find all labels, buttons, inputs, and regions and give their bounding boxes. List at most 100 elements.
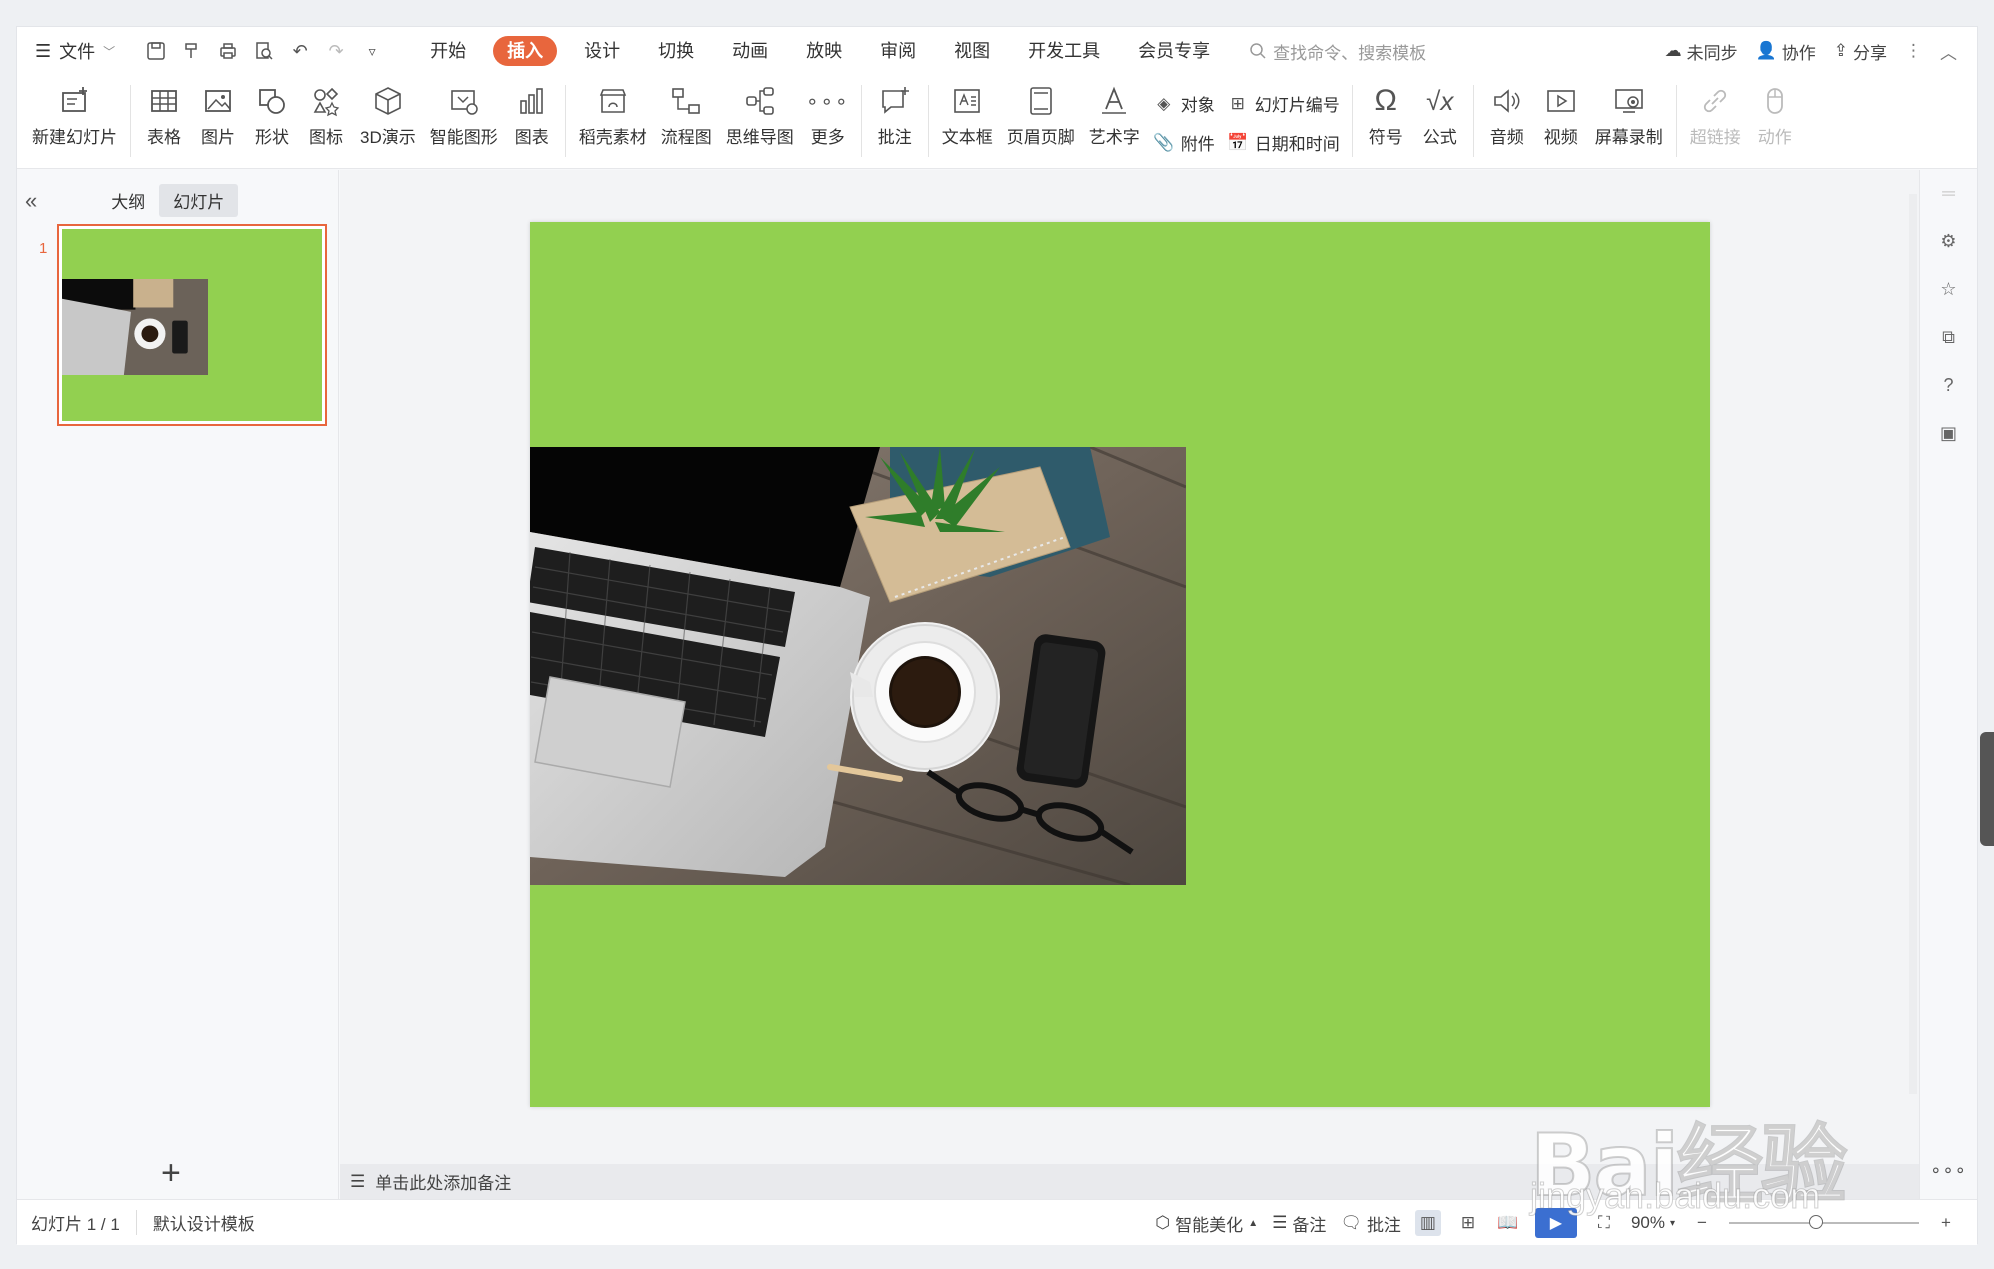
rail-more-icon[interactable]: ∘∘∘ <box>1930 1160 1967 1181</box>
divider <box>564 85 566 157</box>
screen-record-icon <box>1609 81 1649 121</box>
tab-review[interactable]: 审阅 <box>861 36 935 66</box>
undo-icon[interactable]: ↶ <box>289 40 311 62</box>
picture-button[interactable]: 图片 <box>191 81 245 148</box>
properties-icon[interactable]: ⚙ <box>1936 228 1962 254</box>
textbox-button[interactable]: 文本框 <box>935 81 1000 148</box>
zoom-slider-knob[interactable] <box>1809 1215 1823 1229</box>
print-icon[interactable] <box>217 40 239 62</box>
slide-editing-area <box>340 170 1920 1164</box>
attachment-button[interactable]: 📎 附件 <box>1153 130 1215 155</box>
collapse-ribbon-icon[interactable]: ︿ <box>1940 39 1957 64</box>
material-button[interactable]: 稻壳素材 <box>572 81 654 148</box>
formula-button[interactable]: √x 公式 <box>1413 81 1467 148</box>
customize-toolbar-icon[interactable]: ▿ <box>361 40 383 62</box>
divider <box>1675 85 1677 157</box>
notes-toggle-button[interactable]: ☰ 备注 <box>1272 1211 1326 1236</box>
chart-button[interactable]: 图表 <box>505 81 559 148</box>
zoom-out-icon[interactable]: − <box>1689 1210 1715 1236</box>
smart-beautify-button[interactable]: ⬡ 智能美化 ▲ <box>1155 1211 1258 1236</box>
edge-side-handle[interactable] <box>1980 732 1994 846</box>
flowchart-button[interactable]: 流程图 <box>654 81 719 148</box>
object-label: 对象 <box>1180 96 1215 115</box>
print-preview-icon[interactable] <box>253 40 275 62</box>
screen-record-button[interactable]: 屏幕录制 <box>1588 81 1670 148</box>
add-slide-button[interactable]: + <box>161 1154 181 1193</box>
tab-animation[interactable]: 动画 <box>713 36 787 66</box>
header-footer-button[interactable]: 页眉页脚 <box>1000 81 1082 148</box>
zoom-level-select[interactable]: 90% ▾ <box>1631 1213 1675 1233</box>
wordart-button[interactable]: 艺术字 <box>1082 81 1147 148</box>
more-dots-icon: ∘∘∘ <box>805 90 850 113</box>
slide-number-button[interactable]: ⊞ 幻灯片编号 <box>1227 91 1340 116</box>
table-button[interactable]: 表格 <box>137 81 191 148</box>
slide-switch-icon[interactable]: ⧉ <box>1936 324 1962 350</box>
video-icon <box>1541 81 1581 121</box>
tab-view[interactable]: 视图 <box>935 36 1009 66</box>
right-side-rail: ═ ⚙ ☆ ⧉ ? ▣ ∘∘∘ <box>1919 170 1977 1199</box>
app-window: ☰ 文件 ﹀ ↶ ↷ ▿ 开始 插入 设计 切换 动画 放映 审阅 视图 开发工… <box>16 26 1978 1245</box>
comment-button[interactable]: 批注 <box>868 81 922 148</box>
inserted-photo[interactable] <box>530 447 1186 885</box>
collapse-pane-icon[interactable]: « <box>25 188 37 214</box>
command-search[interactable]: 查找命令、搜索模板 <box>1249 39 1426 64</box>
tab-insert[interactable]: 插入 <box>493 36 558 66</box>
collab-button[interactable]: 👤 协作 <box>1756 39 1816 64</box>
pin-icon[interactable]: ☆ <box>1936 276 1962 302</box>
zoom-slider[interactable] <box>1729 1215 1919 1229</box>
hyperlink-label: 超链接 <box>1689 128 1741 147</box>
hamburger-icon: ☰ <box>35 40 52 61</box>
tab-design[interactable]: 设计 <box>565 36 639 66</box>
scrollbar-track[interactable] <box>1909 194 1917 1094</box>
help-icon[interactable]: ? <box>1936 372 1962 398</box>
zoom-in-icon[interactable]: + <box>1933 1210 1959 1236</box>
3d-demo-button[interactable]: 3D演示 <box>353 81 423 148</box>
picture-label: 图片 <box>201 128 235 147</box>
normal-view-icon[interactable]: ▥ <box>1414 1210 1441 1236</box>
more-menu-icon[interactable]: ⋮ <box>1905 41 1922 61</box>
shape-button[interactable]: 形状 <box>245 81 299 148</box>
sync-button[interactable]: ☁ 未同步 <box>1665 39 1738 64</box>
vertical-scrollbar[interactable] <box>1906 170 1920 1164</box>
ribbon-tabs: 开始 插入 设计 切换 动画 放映 审阅 视图 开发工具 会员专享 <box>411 36 1229 66</box>
slide-thumbnail[interactable] <box>57 224 327 426</box>
save-icon[interactable] <box>145 40 167 62</box>
table-label: 表格 <box>147 128 181 147</box>
tab-slideshow[interactable]: 放映 <box>787 36 861 66</box>
slide-sorter-icon[interactable]: ⊞ <box>1455 1210 1481 1236</box>
tab-slides[interactable]: 幻灯片 <box>159 184 239 217</box>
tab-developer[interactable]: 开发工具 <box>1009 36 1119 66</box>
hyperlink-button[interactable]: 超链接 <box>1683 81 1748 148</box>
chevron-down-icon: ▾ <box>1669 1217 1675 1229</box>
icon-button[interactable]: 图标 <box>299 81 353 148</box>
symbol-button[interactable]: Ω 符号 <box>1359 81 1413 148</box>
tab-home[interactable]: 开始 <box>411 36 485 66</box>
mindmap-button[interactable]: 思维导图 <box>719 81 801 148</box>
tab-transitions[interactable]: 切换 <box>639 36 713 66</box>
fit-window-icon[interactable]: ⛶ <box>1591 1210 1617 1236</box>
object-button[interactable]: ◈ 对象 <box>1153 91 1215 116</box>
template-name[interactable]: 默认设计模板 <box>135 1210 255 1235</box>
redo-icon[interactable]: ↷ <box>325 40 347 62</box>
datetime-button[interactable]: 📅 日期和时间 <box>1227 130 1340 155</box>
tab-member[interactable]: 会员专享 <box>1119 36 1229 66</box>
file-menu[interactable]: ☰ 文件 ﹀ <box>35 38 115 64</box>
chevron-down-icon: ﹀ <box>103 44 116 59</box>
divider <box>1351 85 1353 157</box>
video-button[interactable]: 视频 <box>1534 81 1588 148</box>
play-slideshow-button[interactable]: ▶ <box>1534 1208 1577 1238</box>
more-button[interactable]: ∘∘∘ 更多 <box>801 81 855 148</box>
smartart-button[interactable]: 智能图形 <box>423 81 505 148</box>
new-slide-button[interactable]: 新建幻灯片 <box>25 81 124 148</box>
action-button[interactable]: 动作 <box>1748 81 1802 148</box>
reading-view-icon[interactable]: 📖 <box>1495 1210 1521 1236</box>
comments-toggle-button[interactable]: 🗨 批注 <box>1340 1211 1401 1236</box>
audio-button[interactable]: 音频 <box>1480 81 1534 148</box>
backup-icon[interactable]: ▣ <box>1936 420 1962 446</box>
share-button[interactable]: ⇪ 分享 <box>1834 39 1887 64</box>
material-label: 稻壳素材 <box>578 128 647 147</box>
notes-bar[interactable]: ☰ 单击此处添加备注 <box>340 1164 1920 1199</box>
format-painter-icon[interactable] <box>181 40 203 62</box>
tab-outline[interactable]: 大纲 <box>97 184 159 217</box>
slide-canvas[interactable] <box>530 222 1710 1107</box>
